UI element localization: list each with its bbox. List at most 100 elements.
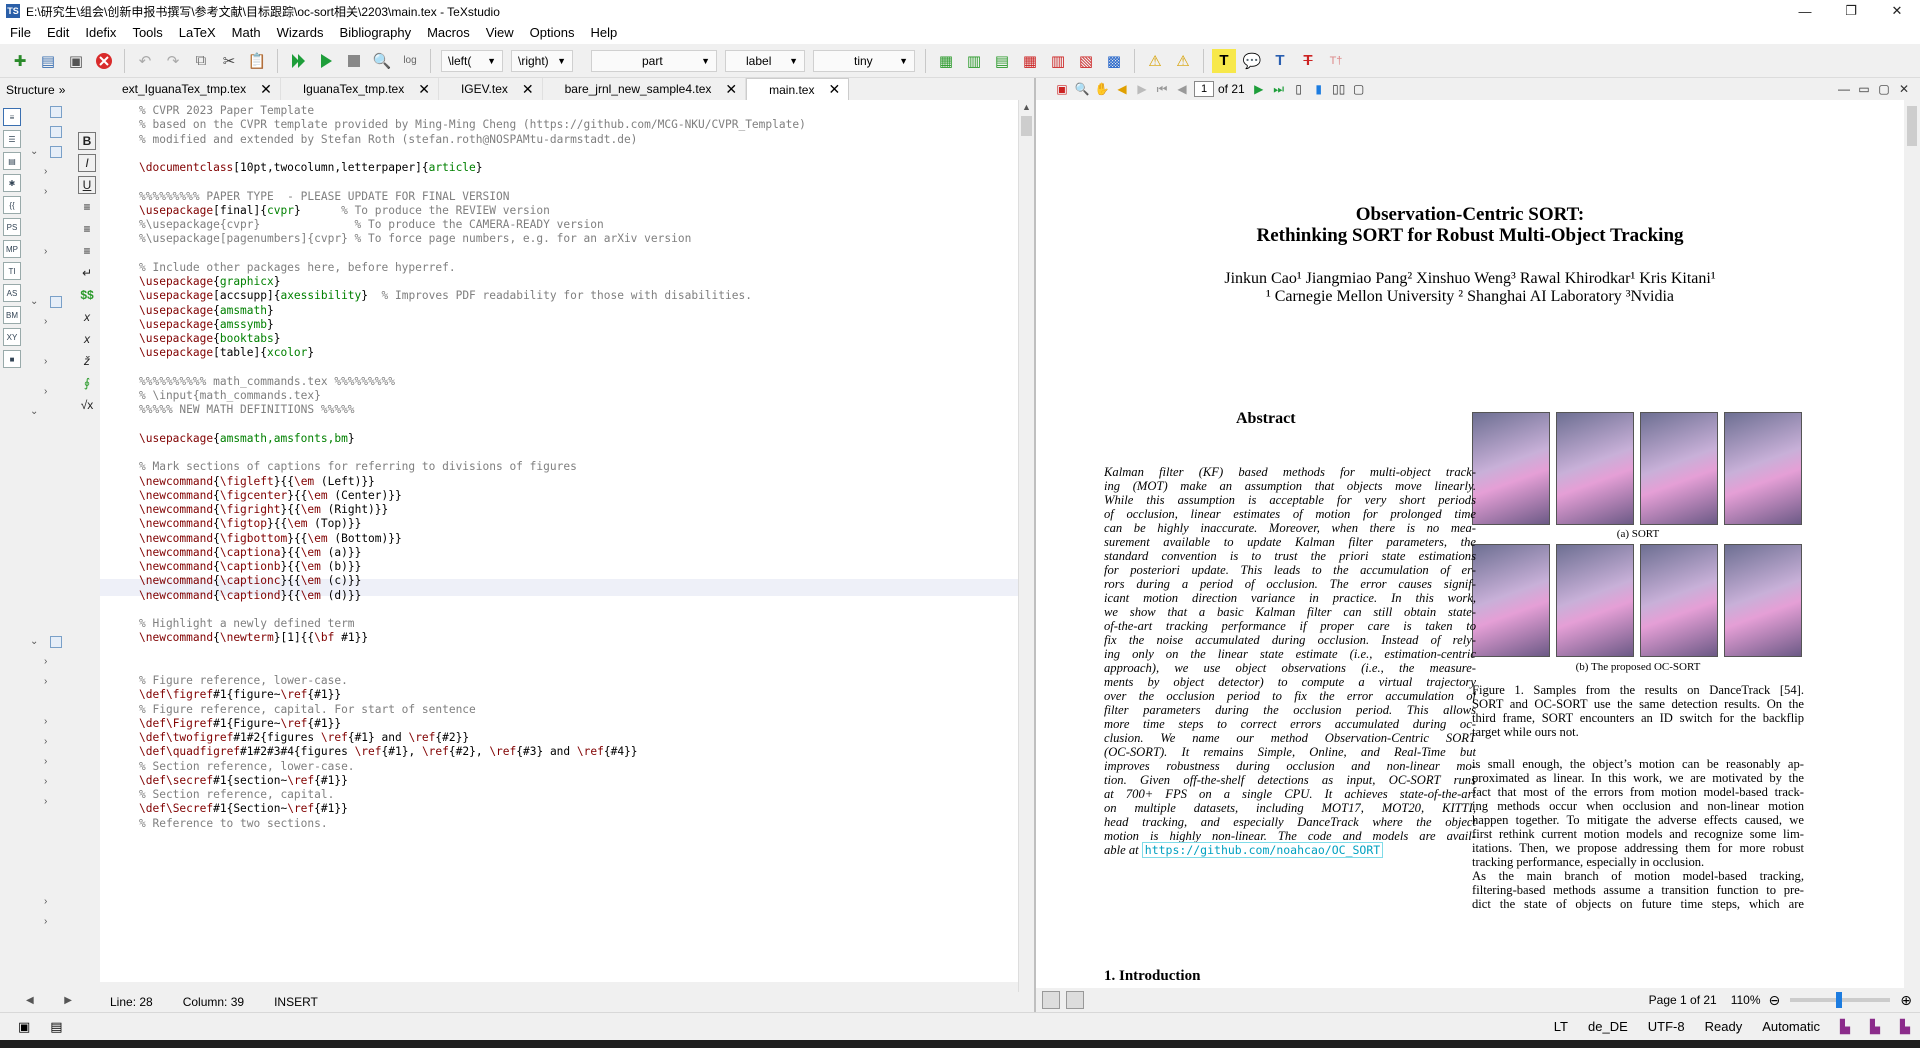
chevron-right-icon[interactable]: ›	[44, 356, 47, 367]
close-tab-icon[interactable]: ✕	[260, 81, 272, 98]
xymatrix-panel-icon[interactable]: XY	[3, 328, 21, 346]
continuous-page-icon[interactable]: ▮	[1309, 80, 1329, 98]
open-file-icon[interactable]: ▤	[36, 49, 60, 73]
structure-more-icon[interactable]: »	[59, 83, 66, 97]
scroll-left-icon[interactable]: ◀	[26, 995, 34, 1006]
chevron-right-icon[interactable]: ›	[44, 896, 47, 907]
page-number-input[interactable]	[1194, 81, 1214, 97]
text-icon[interactable]: T	[1268, 49, 1292, 73]
scrollbar-thumb[interactable]	[1021, 116, 1032, 136]
minimize-button[interactable]: —	[1782, 0, 1828, 22]
special-panel-icon[interactable]: ■	[3, 350, 21, 368]
single-page-icon[interactable]: ▯	[1289, 80, 1309, 98]
menu-file[interactable]: File	[2, 22, 39, 44]
document-node-icon[interactable]	[50, 296, 62, 308]
sqrt-icon[interactable]: √x	[78, 396, 96, 414]
chevron-down-icon[interactable]: ⌄	[30, 146, 38, 157]
cut-column-icon[interactable]: ▧	[1074, 49, 1098, 73]
close-document-icon[interactable]	[92, 49, 116, 73]
tab-main[interactable]: main.tex ✕	[746, 78, 850, 100]
zoom-in-icon[interactable]: ⊕	[1900, 992, 1912, 1009]
pdf-minimize-icon[interactable]: —	[1834, 80, 1854, 98]
chevron-right-icon[interactable]: ›	[44, 736, 47, 747]
bookmark-icon[interactable]: ▙	[1870, 1019, 1880, 1035]
brackets-panel-icon[interactable]: {{	[3, 196, 21, 214]
tab-igev[interactable]: IGEV.tex ✕	[439, 78, 543, 100]
copy-icon[interactable]: ⧉	[189, 49, 213, 73]
first-page-icon[interactable]: ⏮	[1152, 80, 1172, 98]
editor-vertical-scrollbar[interactable]: ▲ ▼	[1018, 100, 1034, 1006]
left-delimiter-combo[interactable]: \left(▼	[441, 49, 503, 72]
bookmark-icon[interactable]: ▙	[1840, 1019, 1850, 1035]
warning-next-icon[interactable]: ⚠	[1171, 49, 1195, 73]
close-tab-icon[interactable]: ✕	[725, 81, 737, 98]
spellcheck-icon[interactable]: LT	[1554, 1019, 1568, 1034]
annotation-icon[interactable]	[1066, 991, 1084, 1009]
pdf-icon[interactable]: ▣	[1052, 80, 1072, 98]
subscript-icon[interactable]: x	[78, 308, 96, 326]
tab-bare-jrnl[interactable]: bare_jrnl_new_sample4.tex ✕	[543, 78, 747, 100]
chevron-down-icon[interactable]: ⌄	[30, 636, 38, 647]
dfrac-icon[interactable]: ∮	[78, 374, 96, 392]
newline-icon[interactable]: ↵	[78, 264, 96, 282]
view-log-icon[interactable]: log	[398, 49, 422, 73]
code-line[interactable]: \newcommand{\newterm}[1]{{\bf #1}}	[139, 629, 368, 646]
remove-column-icon[interactable]: ▥	[1046, 49, 1070, 73]
structure-horizontal-scroll[interactable]: ◀ ▶	[26, 992, 72, 1008]
fraction-icon[interactable]: ž	[78, 352, 96, 370]
menu-math[interactable]: Math	[224, 22, 269, 44]
code-repo-link[interactable]: https://github.com/noahcao/OC_SORT	[1141, 842, 1384, 858]
document-node-icon[interactable]	[50, 636, 62, 648]
chevron-right-icon[interactable]: ›	[44, 386, 47, 397]
bookmarks-panel-icon[interactable]: ☰	[3, 130, 21, 148]
menu-idefix[interactable]: Idefix	[77, 22, 124, 44]
warning-icon[interactable]: ⚠	[1143, 49, 1167, 73]
chevron-right-icon[interactable]: ›	[44, 916, 47, 927]
chevron-right-icon[interactable]: ›	[44, 776, 47, 787]
chevron-right-icon[interactable]: ›	[44, 246, 47, 257]
symbols-panel-icon[interactable]: ✱	[3, 174, 21, 192]
reference-combo[interactable]: label ▼	[725, 49, 805, 72]
view-toggle-icon[interactable]: ▣	[18, 1019, 30, 1035]
new-file-icon[interactable]: ✚	[8, 49, 32, 73]
right-delimiter-combo[interactable]: \right) ▼	[511, 49, 573, 72]
menu-view[interactable]: View	[478, 22, 522, 44]
chevron-right-icon[interactable]: ›	[44, 796, 47, 807]
pdf-maximize-icon[interactable]: ▢	[1874, 80, 1894, 98]
menu-bibliography[interactable]: Bibliography	[332, 22, 420, 44]
annotation-icon[interactable]	[1042, 991, 1060, 1009]
align-right-icon[interactable]: ≡	[78, 242, 96, 260]
tab-ext-iguanatex[interactable]: ext_IguanaTex_tmp.tex ✕	[100, 78, 281, 100]
chevron-right-icon[interactable]: ›	[44, 166, 47, 177]
comment-icon[interactable]: 💬	[1240, 49, 1264, 73]
menu-options[interactable]: Options	[522, 22, 583, 44]
code-line[interactable]: \newcommand{\captiond}{{\em (d)}}	[139, 587, 361, 604]
pdf-dock-icon[interactable]: ▭	[1854, 80, 1874, 98]
facing-pages-icon[interactable]: ▯▯	[1329, 80, 1349, 98]
superscript-icon[interactable]: x	[78, 330, 96, 348]
replace-text-icon[interactable]: T†	[1324, 49, 1348, 73]
cut-icon[interactable]: ✂	[217, 49, 241, 73]
paste-icon[interactable]: 📋	[245, 49, 269, 73]
code-editor[interactable]: % CVPR 2023 Paper Template% based on the…	[100, 100, 1018, 982]
code-line[interactable]: \usepackage{amsmath,amsfonts,bm}	[139, 430, 355, 447]
insert-column-icon[interactable]: ▥	[962, 49, 986, 73]
add-column-icon[interactable]: ▤	[990, 49, 1014, 73]
zoom-out-icon[interactable]: ⊖	[1769, 992, 1781, 1009]
menu-edit[interactable]: Edit	[39, 22, 77, 44]
align-columns-icon[interactable]: ▩	[1102, 49, 1126, 73]
tabular-icon[interactable]: ▦	[934, 49, 958, 73]
code-line[interactable]: % modified and extended by Stefan Roth (…	[139, 131, 637, 148]
code-line[interactable]: \documentclass[10pt,twocolumn,letterpape…	[139, 159, 483, 176]
document-node-icon[interactable]	[50, 106, 62, 118]
zoom-slider[interactable]	[1790, 992, 1891, 1008]
chevron-down-icon[interactable]: ⌄	[30, 296, 38, 307]
align-left-icon[interactable]: ≡	[78, 198, 96, 216]
pdf-vertical-scrollbar[interactable]	[1904, 100, 1920, 988]
bold-icon[interactable]: B	[78, 132, 96, 150]
metapost-panel-icon[interactable]: MP	[3, 240, 21, 258]
zoom-magnifier-icon[interactable]: 🔍	[1072, 80, 1092, 98]
close-button[interactable]: ✕	[1874, 0, 1920, 22]
highlight-text-icon[interactable]: T	[1212, 48, 1236, 73]
menu-tools[interactable]: Tools	[124, 22, 170, 44]
